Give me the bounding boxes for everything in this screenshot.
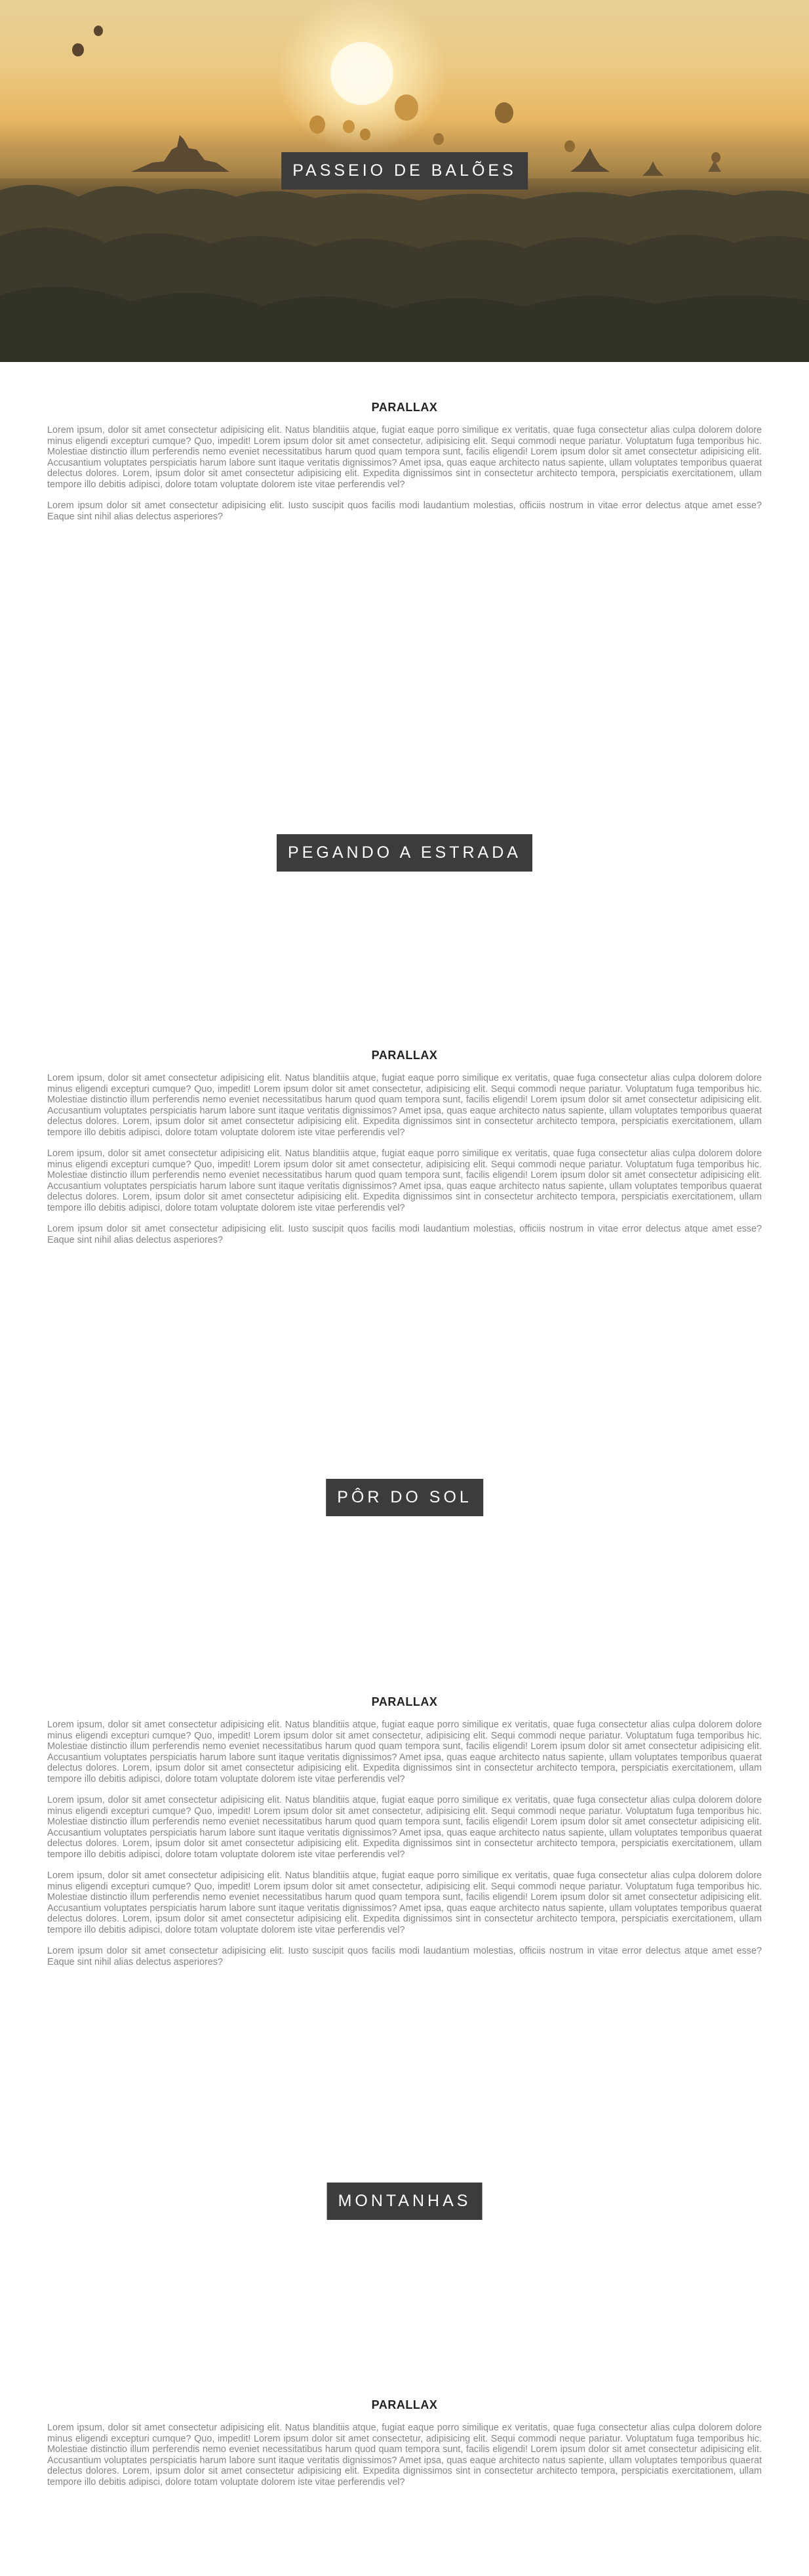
- section-title-box: PASSEIO DE BALÕES: [281, 152, 528, 190]
- hero-sunset: PÔR DO SOL: [0, 1295, 809, 1657]
- hero-road: PEGANDO A ESTRADA: [0, 648, 809, 1010]
- hero-mountains: MONTANHAS: [0, 1998, 809, 2360]
- paragraph: Lorem ipsum, dolor sit amet consectetur …: [47, 1073, 762, 1138]
- content-section-2: PARALLAX Lorem ipsum, dolor sit amet con…: [0, 1010, 809, 1295]
- hero-balloons: PASSEIO DE BALÕES: [0, 0, 809, 362]
- section-title-box: PÔR DO SOL: [326, 1479, 483, 1516]
- paragraph: Lorem ipsum, dolor sit amet consectetur …: [47, 2423, 762, 2487]
- paragraph: Lorem ipsum, dolor sit amet consectetur …: [47, 1795, 762, 1860]
- paragraph: Lorem ipsum dolor sit amet consectetur a…: [47, 1224, 762, 1245]
- content-section-3: PARALLAX Lorem ipsum, dolor sit amet con…: [0, 1657, 809, 1998]
- section-heading: PARALLAX: [371, 401, 438, 414]
- paragraph: Lorem ipsum, dolor sit amet consectetur …: [47, 1720, 762, 1784]
- section-heading: PARALLAX: [371, 1049, 438, 1062]
- section-heading: PARALLAX: [371, 2398, 438, 2411]
- paragraph: Lorem ipsum, dolor sit amet consectetur …: [47, 1148, 762, 1213]
- section-title-box: PEGANDO A ESTRADA: [277, 834, 532, 872]
- content-section-4: PARALLAX Lorem ipsum, dolor sit amet con…: [0, 2360, 809, 2576]
- paragraph: Lorem ipsum, dolor sit amet consectetur …: [47, 1870, 762, 1935]
- section-title-box: MONTANHAS: [326, 2183, 483, 2220]
- paragraph: Lorem ipsum, dolor sit amet consectetur …: [47, 425, 762, 490]
- paragraph: Lorem ipsum dolor sit amet consectetur a…: [47, 1946, 762, 1967]
- paragraph: Lorem ipsum dolor sit amet consectetur a…: [47, 500, 762, 522]
- section-heading: PARALLAX: [371, 1695, 438, 1708]
- content-section-1: PARALLAX Lorem ipsum, dolor sit amet con…: [0, 362, 809, 648]
